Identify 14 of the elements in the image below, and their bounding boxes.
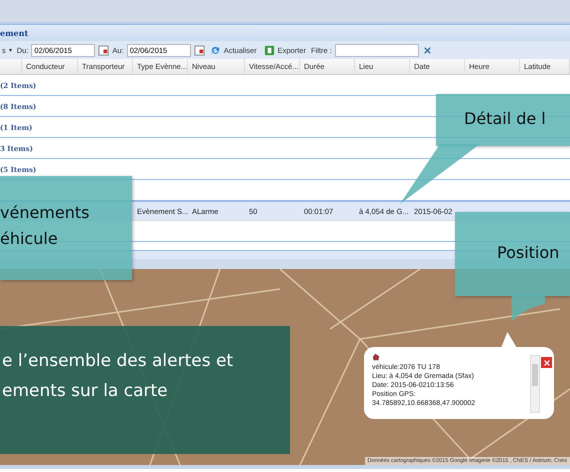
clear-icon[interactable]	[422, 44, 433, 56]
callout: e l’ensemble des alertes et ements sur la carte	[0, 326, 290, 454]
calendar-icon[interactable]	[98, 44, 110, 56]
filter-field[interactable]	[334, 44, 419, 56]
callout: vénements éhicule	[0, 176, 132, 280]
vehicle-marker-icon	[372, 353, 380, 361]
calendar-icon[interactable]	[194, 44, 205, 56]
close-button[interactable]	[541, 357, 552, 368]
export-icon	[264, 44, 275, 56]
panel-title: ement	[0, 28, 28, 38]
refresh-icon	[210, 44, 221, 56]
callout: Position	[455, 212, 570, 296]
callout: Détail de l	[436, 94, 570, 146]
scrollbar[interactable]	[530, 355, 540, 413]
